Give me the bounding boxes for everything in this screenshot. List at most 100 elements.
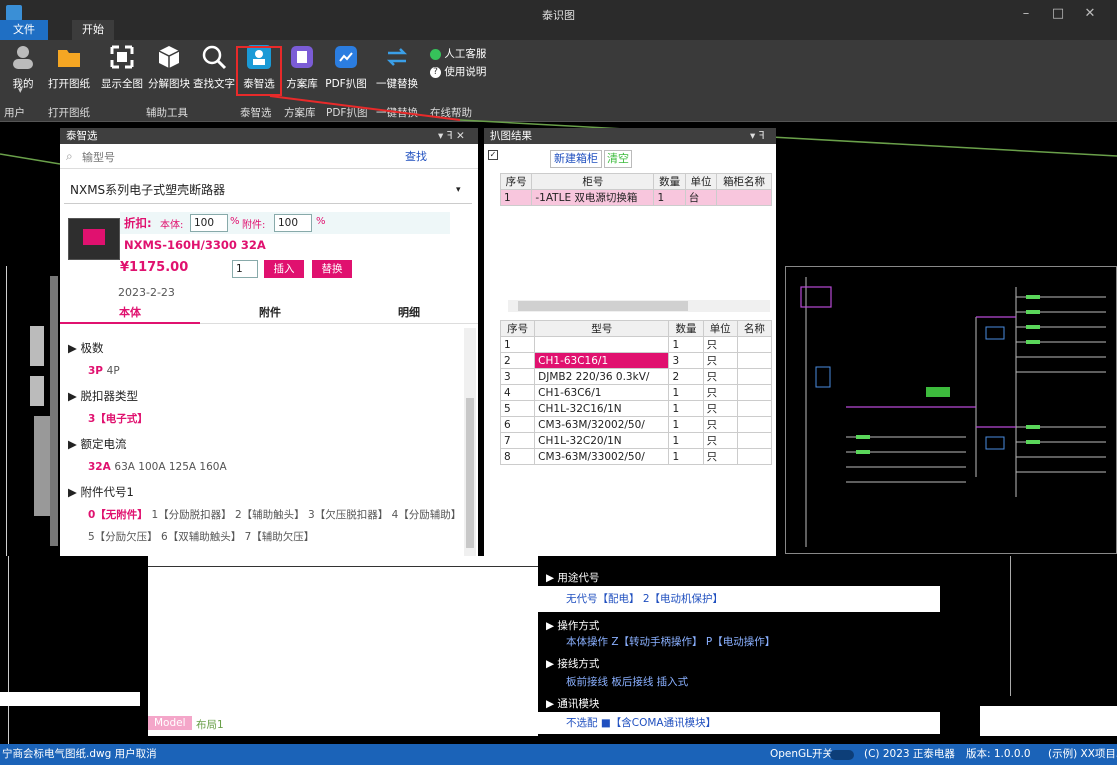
- panel-pin-icon[interactable]: ▾ ꟻ ✕: [438, 128, 465, 144]
- pdf-extract-button[interactable]: PDF扒图: [324, 44, 368, 91]
- panel-header: 扒图结果 ▾ ꟻ: [484, 128, 776, 144]
- tab-details[interactable]: 明细: [340, 304, 478, 324]
- table-cell: 只: [702, 432, 738, 449]
- table-row[interactable]: 1 -1ATLE 双电源切换箱 1 台: [499, 189, 772, 206]
- wiring-heading: ▶ 接线方式: [546, 658, 600, 670]
- property-option[interactable]: 160A: [199, 461, 226, 473]
- table-cell: [736, 400, 773, 417]
- column-header[interactable]: 单位: [702, 320, 738, 337]
- property-option[interactable]: 2【辅助触头】: [235, 509, 308, 521]
- column-header[interactable]: 数量: [653, 173, 686, 190]
- user-icon: [13, 46, 33, 69]
- mine-button[interactable]: 我的: [6, 44, 40, 91]
- table-cell: 1: [668, 416, 704, 433]
- table-row[interactable]: 11只: [499, 336, 773, 353]
- tab-body[interactable]: 本体: [60, 304, 200, 324]
- property-option[interactable]: 4【分励辅助】: [392, 509, 462, 521]
- attach-label: 附件:: [242, 220, 266, 231]
- body-discount-stepper[interactable]: 100: [190, 214, 228, 232]
- replace-button[interactable]: 替换: [312, 260, 352, 278]
- property-option[interactable]: 0【无附件】: [88, 509, 151, 521]
- property-option[interactable]: 1【分励脱扣器】: [151, 509, 235, 521]
- panel-header: 泰智选 ▾ ꟻ ✕: [60, 128, 478, 144]
- property-option[interactable]: 3【欠压脱扣器】: [308, 509, 392, 521]
- column-header[interactable]: 名称: [736, 320, 773, 337]
- column-header[interactable]: 柜号: [531, 173, 655, 190]
- model-search-input[interactable]: [82, 148, 382, 166]
- clear-button[interactable]: 清空: [604, 150, 632, 168]
- product-price: ¥1175.00: [120, 260, 189, 275]
- quantity-stepper[interactable]: 1: [232, 260, 258, 278]
- table-cell: 1: [668, 336, 704, 353]
- search-button[interactable]: 查找: [398, 148, 434, 166]
- property-option[interactable]: 3【电子式】: [88, 413, 148, 425]
- operation-values[interactable]: 本体操作 Z【转动手柄操作】 P【电动操作】: [538, 634, 940, 649]
- new-cabinet-button[interactable]: 新建箱柜: [550, 150, 602, 168]
- show-all-button[interactable]: 显示全图: [98, 44, 146, 91]
- table-cell: [736, 384, 773, 401]
- horizontal-scrollbar[interactable]: [508, 300, 770, 312]
- column-header[interactable]: 箱柜名称: [716, 173, 772, 190]
- table-row[interactable]: 5 CH1L-32C16/1N 1 只: [499, 400, 773, 417]
- one-key-replace-button[interactable]: 一键替换: [374, 44, 420, 91]
- table-row[interactable]: 6 CM3-63M/32002/50/1 只: [499, 416, 773, 433]
- manual-button[interactable]: ? 使用说明: [430, 64, 486, 79]
- insert-button[interactable]: 插入: [264, 260, 304, 278]
- plans-button[interactable]: 方案库: [284, 44, 320, 91]
- find-text-button[interactable]: 查找文字: [192, 44, 236, 91]
- table-row[interactable]: 8 CM3-63M/33002/50/1 只: [499, 448, 773, 465]
- product-image: [68, 218, 120, 260]
- table-cell: DJMB2 220/36 0.3kV/: [534, 368, 670, 385]
- cad-drawing[interactable]: [785, 266, 1117, 554]
- column-header[interactable]: 数量: [668, 320, 704, 337]
- search-icon: ⌕: [66, 149, 73, 163]
- table-row[interactable]: 4 CH1-63C6/1 1 只: [499, 384, 773, 401]
- scrollbar[interactable]: [464, 328, 476, 556]
- tab-attachments[interactable]: 附件: [200, 304, 340, 324]
- property-option[interactable]: 5【分励欠压】: [88, 531, 161, 543]
- tab-layout[interactable]: 布局1: [196, 717, 224, 732]
- property-option[interactable]: 3P: [88, 365, 107, 377]
- panel-pin-icon[interactable]: ▾ ꟻ: [750, 128, 765, 144]
- search-row: ⌕ 查找: [60, 145, 478, 169]
- column-header[interactable]: 序号: [499, 173, 533, 190]
- select-all-checkbox[interactable]: ✓: [488, 150, 498, 160]
- tab-start[interactable]: 开始: [72, 20, 114, 40]
- table-row[interactable]: 7 CH1L-32C20/1N 1 只: [499, 432, 773, 449]
- open-drawing-button[interactable]: 打开图纸: [46, 44, 92, 91]
- percent-sign-2: %: [316, 216, 326, 227]
- attach-discount-stepper[interactable]: 100: [274, 214, 312, 232]
- property-option[interactable]: 125A: [169, 461, 200, 473]
- support-button[interactable]: 人工客服: [430, 46, 486, 61]
- panel-title: 扒图结果: [490, 130, 532, 142]
- tab-model[interactable]: Model: [148, 716, 192, 730]
- table-row[interactable]: 2 CH1-63C16/1 3 只: [499, 352, 773, 369]
- drawing-area-white[interactable]: Model 布局1: [148, 556, 538, 736]
- series-select[interactable]: NXMS系列电子式塑壳断路器 ▾: [64, 176, 472, 204]
- cube-icon: [158, 46, 180, 68]
- column-header[interactable]: 型号: [534, 320, 670, 337]
- property-heading[interactable]: ▶ 额定电流: [68, 436, 462, 452]
- property-heading[interactable]: ▶ 脱扣器类型: [68, 388, 462, 404]
- property-heading[interactable]: ▶ 极数: [68, 340, 462, 356]
- table-row[interactable]: 3 DJMB2 220/36 0.3kV/2 只: [499, 368, 773, 385]
- property-option[interactable]: 6【双辅助触头】: [161, 531, 245, 543]
- tab-file[interactable]: 文件: [0, 20, 48, 40]
- property-values: 3P 4P: [88, 360, 462, 382]
- property-option[interactable]: 100A: [138, 461, 169, 473]
- property-option[interactable]: 63A: [114, 461, 138, 473]
- property-option[interactable]: 7【辅助欠压】: [245, 531, 315, 543]
- usage-code-values[interactable]: 无代号【配电】 2【电动机保护】: [538, 586, 940, 612]
- column-header[interactable]: 序号: [499, 320, 536, 337]
- search-icon: [202, 45, 227, 70]
- opengl-toggle[interactable]: [830, 750, 854, 760]
- explode-block-button[interactable]: 分解图块: [146, 44, 192, 91]
- property-option[interactable]: 4P: [107, 365, 120, 377]
- column-header[interactable]: 单位: [684, 173, 718, 190]
- comm-values[interactable]: 不选配 ■【含COMA通讯模块】: [538, 712, 940, 734]
- wiring-values[interactable]: 板前接线 板后接线 插入式: [538, 674, 940, 689]
- table-cell: [736, 416, 773, 433]
- property-heading[interactable]: ▶ 附件代号1: [68, 484, 462, 500]
- table-cell: [736, 336, 773, 353]
- property-option[interactable]: 32A: [88, 461, 114, 473]
